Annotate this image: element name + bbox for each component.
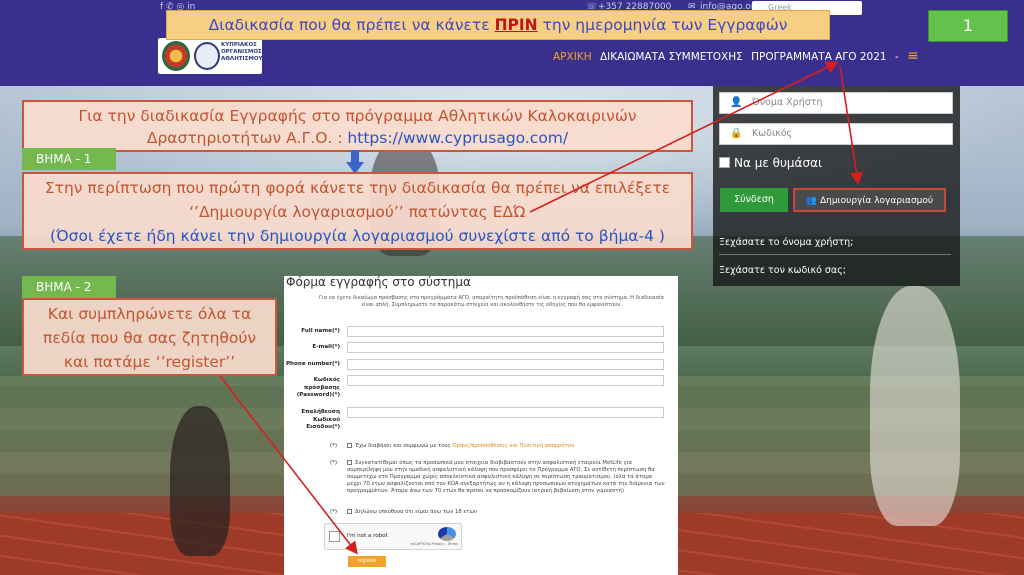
insurance-checkbox-row[interactable]: Συγκατατίθεμαι όπως τα προσωπικά μου στο… [347, 460, 667, 495]
recaptcha-logo-icon [438, 527, 456, 541]
banner-suffix: την ημερομηνία των Εγγραφών [537, 16, 788, 34]
nav-item-rights[interactable]: ΔΙΚΑΙΩΜΑΤΑ ΣΥΜΜΕΤΟΧΗΣ [600, 51, 743, 63]
terms-checkbox-row[interactable]: Έχω διαβάσει και συμφωνώ με τους Όρους/π… [347, 443, 667, 450]
instruction-banner: Διαδικασία που θα πρέπει να κάνετε ΠΡΙΝ … [166, 10, 830, 40]
insurance-checkbox[interactable] [347, 460, 352, 465]
step-1-line-2: ‘’Δημιουργία λογαριασμού’’ πατώντας ΕΔΏ [189, 203, 526, 221]
remember-me[interactable]: Να με θυμάσαι [719, 156, 822, 170]
forgot-password-link[interactable]: Ξεχάσατε τον κωδικό σας; [719, 265, 951, 282]
user-icon: 👤 [730, 97, 743, 108]
down-arrow-icon [346, 150, 364, 174]
login-button[interactable]: Σύνδεση [720, 188, 788, 212]
username-placeholder: Όνομα Χρήστη [752, 97, 823, 108]
forgot-username-link[interactable]: Ξεχάσατε το όνομα χρήστη; [719, 237, 951, 255]
password-input[interactable]: 🔒 Κωδικός [719, 123, 953, 145]
form-title: Φόρμα εγγραφής στο σύστημα [286, 275, 471, 289]
create-account-label: Δημιουργία λογαριασμού [819, 196, 934, 206]
step-1-label: ΒΗΜΑ - 1 [22, 148, 116, 170]
registration-form: Φόρμα εγγραφής στο σύστημα Για να έχετε … [284, 275, 678, 575]
recaptcha-label: I'm not a robot [347, 533, 388, 539]
step-1-line-1: Στην περίπτωση που πρώτη φορά κάνετε την… [44, 179, 671, 197]
intro-callout: Για την διαδικασία Εγγραφής στο πρόγραμμ… [22, 100, 693, 152]
form-intro: Για να έχετε δικαίωμα πρόσβασης στο προγ… [319, 295, 664, 308]
hamburger-menu-icon[interactable]: ≡ [907, 48, 919, 64]
insurance-text: Συγκατατίθεμαι όπως τα προσωπικά μου στο… [347, 460, 665, 494]
main-nav: ΑΡΧΙΚΗ ΔΙΚΑΙΩΜΑΤΑ ΣΥΜΜΕΤΟΧΗΣ ΠΡΟΓΡΑΜΜΑΤΑ… [553, 48, 924, 64]
lock-icon: 🔒 [730, 128, 743, 139]
add-user-icon: 👥 [805, 196, 818, 206]
site-logo[interactable]: ΚΥΠΡΙΑΚΟΣ ΟΡΓΑΝΙΣΜΟΣ ΑΘΛΗΤΙΣΜΟΥ [158, 38, 262, 74]
login-panel: 👤 Όνομα Χρήστη 🔒 Κωδικός Να με θυμάσαι Σ… [713, 86, 960, 286]
terms-link[interactable]: Όρους/προϋποθέσεις και Πολιτική απορρήτο… [452, 443, 574, 449]
ago-logo-icon [162, 41, 190, 71]
password-placeholder: Κωδικός [752, 128, 793, 139]
remember-checkbox[interactable] [719, 157, 730, 168]
field-label-fullname: Full name(*) [301, 328, 340, 334]
intro-link[interactable]: https://www.cyprusago.com/ [347, 129, 568, 147]
step-1-callout: Στην περίπτωση που πρώτη φορά κάνετε την… [22, 172, 693, 250]
step-1-line-3: (Όσοι έχετε ήδη κάνει την δημιουργία λογ… [50, 227, 665, 245]
field-label-confirm-password: Επαλήθευση Κωδικού Εισόδου(*) [301, 409, 340, 430]
age-checkbox[interactable] [347, 509, 352, 514]
confirm-password-field[interactable] [347, 407, 664, 418]
recaptcha-widget[interactable]: I'm not a robot reCAPTCHA Privacy - Term… [324, 523, 462, 550]
step-2-line-3: και πατάμε ‘’register’’ [63, 353, 236, 371]
nav-item-dash[interactable]: - [895, 51, 899, 63]
step-2-line-2: πεδία που θα σας ζητηθούν [43, 329, 256, 347]
email-input[interactable] [347, 342, 664, 353]
athlete-figure-right [870, 286, 960, 526]
nav-item-programs[interactable]: ΠΡΟΓΡΑΜΜΑΤΑ ΑΓΟ 2021 [751, 51, 886, 63]
required-mark: (*) [330, 509, 338, 515]
nav-item-home[interactable]: ΑΡΧΙΚΗ [553, 51, 592, 63]
terms-checkbox[interactable] [347, 443, 352, 448]
required-mark: (*) [330, 460, 338, 466]
banner-prefix: Διαδικασία που θα πρέπει να κάνετε [208, 16, 495, 34]
slide-number: 1 [928, 10, 1008, 42]
age-text: Δηλώνω υπεύθυνα ότι είμαι άνω των 18 ετώ… [355, 509, 477, 515]
intro-line-2: Δραστηριοτήτων Α.Γ.Ο. : [146, 129, 348, 147]
recaptcha-brand: reCAPTCHA Privacy - Terms [410, 542, 458, 546]
field-label-password: Κωδικός πρόσβασης (Password)(*) [296, 377, 340, 398]
banner-emphasis: ΠΡΙΝ [494, 16, 538, 34]
intro-line-1: Για την διαδικασία Εγγραφής στο πρόγραμμ… [78, 107, 637, 125]
register-button[interactable]: register [348, 556, 386, 567]
age-checkbox-row[interactable]: Δηλώνω υπεύθυνα ότι είμαι άνω των 18 ετώ… [347, 509, 667, 516]
password-field[interactable] [347, 375, 664, 386]
create-account-button[interactable]: 👥 Δημιουργία λογαριασμού [793, 188, 946, 212]
koa-logo-icon [194, 42, 220, 70]
phone-input[interactable] [347, 359, 664, 370]
terms-prefix: Έχω διαβάσει και συμφωνώ με τους [355, 443, 453, 449]
athlete-figure-left [170, 406, 230, 556]
recaptcha-checkbox[interactable] [329, 531, 340, 542]
logo-text: ΚΥΠΡΙΑΚΟΣ ΟΡΓΑΝΙΣΜΟΣ ΑΘΛΗΤΙΣΜΟΥ [221, 42, 263, 62]
step-2-line-1: Και συμπληρώνετε όλα τα [47, 305, 252, 323]
username-input[interactable]: 👤 Όνομα Χρήστη [719, 92, 953, 114]
required-mark: (*) [330, 443, 338, 449]
fullname-input[interactable] [347, 326, 664, 337]
remember-label: Να με θυμάσαι [734, 156, 823, 170]
step-2-callout: Και συμπληρώνετε όλα τα πεδία που θα σας… [22, 298, 277, 376]
field-label-email: E-mail(*) [312, 344, 340, 350]
field-label-phone: Phone number(*) [285, 361, 340, 367]
step-2-label: ΒΗΜΑ - 2 [22, 276, 116, 298]
